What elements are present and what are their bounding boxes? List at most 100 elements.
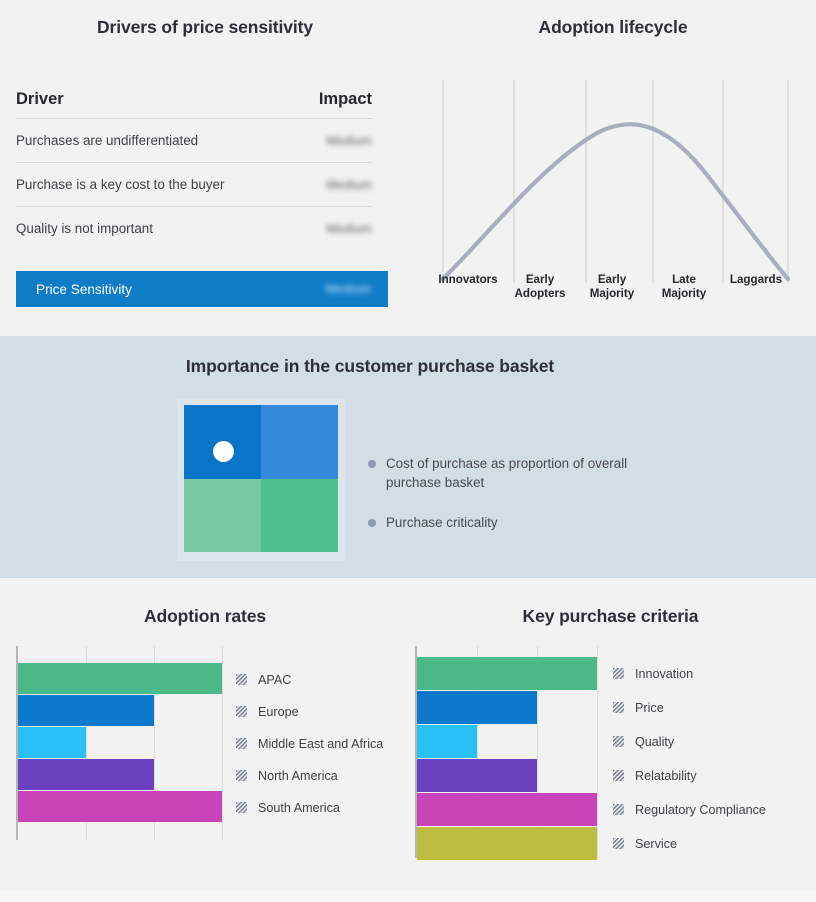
stage-line-2: Majority [589, 286, 635, 300]
key-purchase-criteria-category-legend: Innovation Price Quality Relatability Regula… [595, 646, 815, 858]
hatched-swatch-icon [613, 702, 624, 713]
category-legend-item[interactable]: Innovation [595, 667, 693, 681]
column-header-impact: Impact [318, 90, 372, 108]
category-label: Relatability [635, 768, 697, 783]
category-legend-item[interactable]: Price [595, 701, 664, 715]
bar[interactable] [18, 726, 86, 758]
bar[interactable] [18, 694, 154, 726]
adoption-rates-title: Adoption rates [143, 606, 267, 626]
category-label: APAC [258, 672, 292, 687]
purchase-basket-panel: Importance in the customer purchase bask… [0, 336, 816, 578]
hatched-swatch-icon [613, 668, 624, 679]
driver-name: Purchases are undifferentiated [16, 133, 199, 148]
table-header-row: Driver Impact [16, 90, 372, 119]
category-legend-item[interactable]: South America [220, 801, 340, 815]
bar-group [18, 662, 222, 822]
price-sensitivity-summary-row[interactable]: Price Sensitivity Medium [16, 271, 388, 307]
category-legend-item[interactable]: Relatability [595, 769, 697, 783]
bar[interactable] [417, 792, 597, 826]
hatched-swatch-icon [236, 802, 247, 813]
bar[interactable] [417, 758, 537, 792]
lifecycle-stage-early-adopters: Early Adopters [504, 273, 576, 300]
category-label: South America [258, 800, 340, 815]
price-sensitivity-label: Price Sensitivity [36, 281, 132, 297]
hatched-swatch-icon [613, 804, 624, 815]
key-purchase-criteria-panel: Key purchase criteria Innovation Price Qua… [405, 578, 816, 890]
lifecycle-stage-late-majority: Late Majority [648, 273, 720, 300]
bar-slot [417, 656, 597, 690]
category-legend-item[interactable]: Middle East and Africa [220, 737, 383, 751]
category-legend-item[interactable]: Quality [595, 735, 674, 749]
drivers-of-price-sensitivity-panel: Drivers of price sensitivity Driver Impa… [0, 0, 410, 336]
column-header-driver: Driver [16, 90, 64, 108]
table-row[interactable]: Purchases are undifferentiated Medium [16, 119, 372, 163]
bullet-dot-icon [368, 460, 376, 468]
bar[interactable] [18, 790, 222, 822]
bar-slot [417, 792, 597, 826]
impact-value-redacted: Medium [326, 133, 372, 148]
bullet-dot-icon [368, 519, 376, 527]
key-purchase-criteria-chart: Innovation Price Quality Relatability Regula… [415, 646, 815, 860]
category-label: Quality [635, 734, 675, 749]
bar[interactable] [417, 724, 477, 758]
hatched-swatch-icon [613, 838, 624, 849]
bar[interactable] [417, 656, 597, 690]
category-label: North America [258, 768, 338, 783]
matrix-quadrant-bottom-right[interactable] [261, 478, 338, 552]
legend-label: Cost of purchase as proportion of overal… [386, 456, 628, 490]
bar[interactable] [417, 826, 597, 860]
stage-line-2: Majority [661, 286, 707, 300]
legend-item: Purchase criticality [368, 513, 668, 532]
driver-name: Purchase is a key cost to the buyer [16, 177, 225, 192]
category-label: Innovation [635, 666, 694, 681]
bar[interactable] [417, 690, 537, 724]
adoption-lifecycle-panel: Adoption lifecycle Innovators Early Adop… [410, 0, 816, 336]
lifecycle-panel-title: Adoption lifecycle [538, 17, 688, 37]
adoption-rates-chart: APAC Europe Middle East and Africa North Am… [16, 646, 410, 840]
bar[interactable] [18, 662, 222, 694]
bar-slot [417, 690, 595, 724]
adoption-rates-plot-area [16, 646, 223, 840]
lifecycle-stage-innovators: Innovators [432, 273, 504, 300]
hatched-swatch-icon [613, 736, 624, 747]
stage-line-1: Late [672, 273, 696, 286]
adoption-bell-curve [440, 122, 791, 282]
bar-slot [18, 662, 222, 694]
table-row[interactable]: Quality is not important Medium [16, 207, 372, 250]
stage-line-1: Early [597, 273, 627, 286]
bar[interactable] [18, 758, 154, 790]
category-label: Middle East and Africa [258, 736, 384, 751]
purchase-basket-matrix-card [177, 398, 345, 561]
table-row[interactable]: Purchase is a key cost to the buyer Medi… [16, 163, 372, 207]
hatched-swatch-icon [613, 770, 624, 781]
hatched-swatch-icon [236, 770, 247, 781]
category-legend-item[interactable]: Service [595, 837, 677, 851]
basket-panel-title: Importance in the customer purchase bask… [185, 356, 555, 376]
bar-slot [417, 724, 595, 758]
two-by-two-matrix[interactable] [184, 405, 338, 552]
matrix-quadrant-bottom-left[interactable] [184, 478, 261, 552]
category-legend-item[interactable]: APAC [220, 673, 291, 687]
key-purchase-criteria-plot-area [415, 646, 598, 860]
lifecycle-stage-labels: Innovators Early Adopters Early Majority… [432, 273, 792, 300]
bar-slot [18, 758, 220, 790]
category-legend-item[interactable]: North America [220, 769, 338, 783]
bar-slot [417, 826, 597, 860]
bar-slot [18, 726, 220, 758]
category-label: Regulatory Compliance [635, 802, 766, 817]
stage-line-1: Early [525, 273, 555, 286]
legend-label: Purchase criticality [386, 515, 498, 530]
legend-item: Cost of purchase as proportion of overal… [368, 454, 668, 492]
drivers-panel-title: Drivers of price sensitivity [96, 17, 314, 37]
matrix-quadrant-top-right[interactable] [261, 405, 338, 479]
bar-group [417, 656, 597, 860]
category-label: Europe [258, 704, 299, 719]
category-legend-item[interactable]: Europe [220, 705, 299, 719]
bar-slot [18, 694, 220, 726]
bar-slot [18, 790, 222, 822]
driver-name: Quality is not important [16, 221, 153, 236]
bar-slot [417, 758, 595, 792]
hatched-swatch-icon [236, 706, 247, 717]
category-legend-item[interactable]: Regulatory Compliance [595, 803, 766, 817]
category-label: Service [635, 836, 677, 851]
